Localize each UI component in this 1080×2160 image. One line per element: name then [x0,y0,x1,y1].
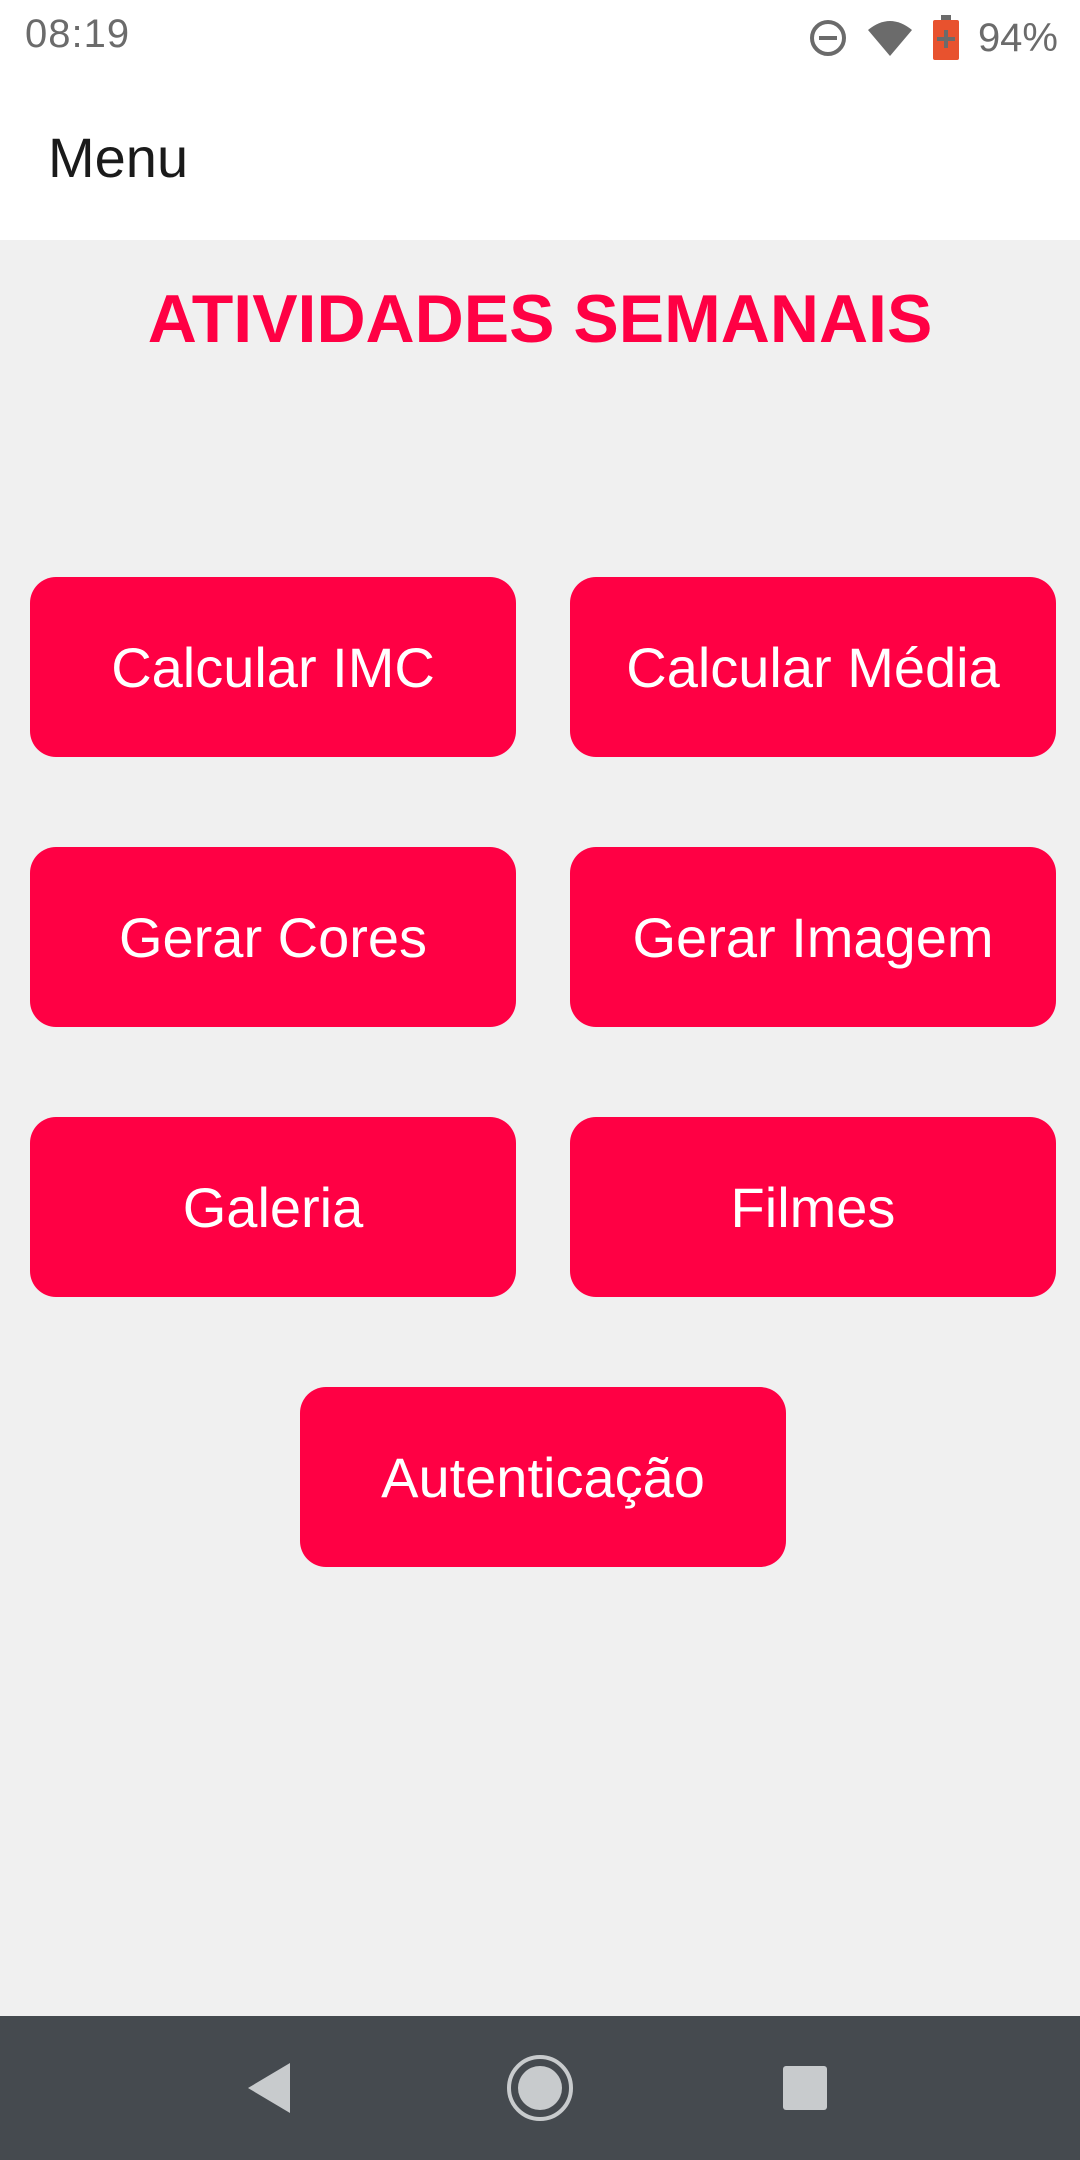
gerar-imagem-button[interactable]: Gerar Imagem [570,847,1056,1027]
main-content: ATIVIDADES SEMANAIS Calcular IMC Calcula… [0,240,1080,2016]
calcular-imc-button[interactable]: Calcular IMC [30,577,516,757]
autenticacao-button[interactable]: Autenticação [300,1387,786,1567]
galeria-button[interactable]: Galeria [30,1117,516,1297]
gerar-cores-button[interactable]: Gerar Cores [30,847,516,1027]
navigation-bar [0,2016,1080,2160]
filmes-button[interactable]: Filmes [570,1117,1056,1297]
do-not-disturb-icon [808,18,848,58]
calcular-media-button[interactable]: Calcular Média [570,577,1056,757]
battery-icon [932,15,960,61]
status-icons: 94% [808,10,1058,66]
back-icon[interactable] [234,2053,304,2123]
app-bar: Menu [0,75,1080,240]
recent-apps-icon[interactable] [770,2053,840,2123]
battery-percent: 94% [977,15,1058,60]
section-heading: ATIVIDADES SEMANAIS [147,281,933,357]
status-bar: 08:19 94% [0,0,1080,75]
status-time: 08:19 [25,12,131,56]
page-title: Menu [48,126,189,189]
wifi-icon [866,18,914,58]
home-icon[interactable] [505,2053,575,2123]
